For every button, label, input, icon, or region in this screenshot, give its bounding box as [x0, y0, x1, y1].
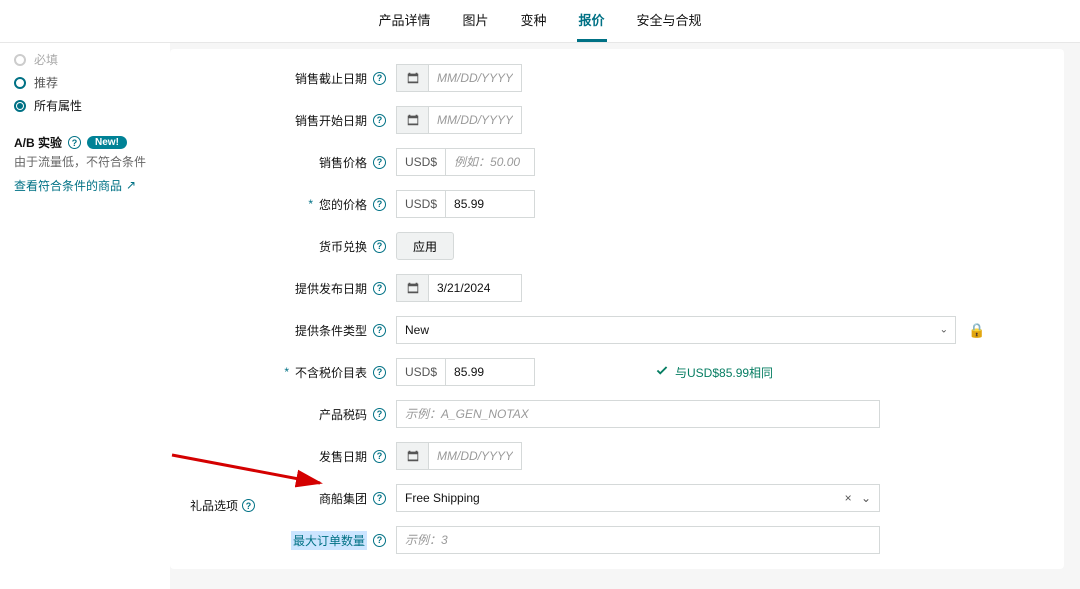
row-your-price: * 您的价格? USD$: [170, 183, 1064, 225]
calendar-button[interactable]: [396, 274, 428, 302]
required-mark: *: [308, 197, 313, 211]
sidebar-option-recommended[interactable]: 推荐: [14, 74, 156, 91]
notax-price-input[interactable]: [445, 358, 535, 386]
help-icon[interactable]: ?: [373, 366, 386, 379]
help-icon[interactable]: ?: [373, 408, 386, 421]
help-icon[interactable]: ?: [373, 534, 386, 547]
row-condition-type: 提供条件类型? ⌄ 🔒: [170, 309, 1064, 351]
help-icon[interactable]: ?: [373, 240, 386, 253]
label: 销售截止日期: [295, 70, 367, 87]
radio-label: 所有属性: [34, 97, 82, 114]
label: 货币兑换: [319, 238, 367, 255]
help-icon[interactable]: ?: [373, 72, 386, 85]
ab-title: A/B 实验: [14, 134, 62, 151]
help-icon[interactable]: ?: [373, 198, 386, 211]
row-sale-date: 发售日期?: [170, 435, 1064, 477]
label: 您的价格: [319, 196, 367, 213]
calendar-icon: [406, 113, 420, 127]
label: 发售日期: [319, 448, 367, 465]
calendar-button[interactable]: [396, 106, 428, 134]
tax-code-input[interactable]: [396, 400, 880, 428]
price-match-confirmation: 与USD$85.99相同: [655, 364, 773, 381]
calendar-button[interactable]: [396, 64, 428, 92]
lock-icon: 🔒: [968, 322, 985, 339]
your-price-input[interactable]: [445, 190, 535, 218]
sidebar-option-all[interactable]: 所有属性: [14, 97, 156, 114]
tab-safety[interactable]: 安全与合规: [635, 10, 704, 42]
row-ship-group: 商船集团? Free Shipping × ⌄: [170, 477, 1064, 519]
radio-icon: [14, 54, 26, 66]
gift-options-label: 礼品选项 ?: [190, 497, 255, 514]
radio-label: 推荐: [34, 74, 58, 91]
calendar-button[interactable]: [396, 442, 428, 470]
tab-images[interactable]: 图片: [460, 10, 490, 42]
label: 销售开始日期: [295, 112, 367, 129]
row-tax-code: 产品税码?: [170, 393, 1064, 435]
row-currency-exchange: 货币兑换? 应用: [170, 225, 1064, 267]
sale-date-input[interactable]: [428, 442, 522, 470]
required-mark: *: [284, 365, 289, 379]
sidebar-option-required[interactable]: 必填: [14, 51, 156, 68]
sale-price-input[interactable]: [445, 148, 535, 176]
label: 最大订单数量: [291, 531, 367, 550]
top-tabs: 产品详情 图片 变种 报价 安全与合规: [0, 0, 1080, 43]
sidebar: 必填 推荐 所有属性 A/B 实验 ? New! 由于流量低，不符合条件 查看符…: [0, 43, 170, 589]
main-content: 销售截止日期? 销售开始日期? 销售价格? USD$: [170, 43, 1080, 589]
row-notax-price: * 不含税价目表? USD$ 与USD$85.99相同: [170, 351, 1064, 393]
help-icon[interactable]: ?: [242, 499, 255, 512]
ab-eligible-link[interactable]: 查看符合条件的商品 ↗: [14, 177, 136, 194]
ab-note: 由于流量低，不符合条件: [14, 155, 156, 171]
max-order-qty-input[interactable]: [396, 526, 880, 554]
radio-icon: [14, 100, 26, 112]
tab-variants[interactable]: 变种: [518, 10, 548, 42]
label: 不含税价目表: [295, 364, 367, 381]
calendar-icon: [406, 281, 420, 295]
row-sale-price: 销售价格? USD$: [170, 141, 1064, 183]
help-icon[interactable]: ?: [373, 492, 386, 505]
sale-start-date-input[interactable]: [428, 106, 522, 134]
apply-button[interactable]: 应用: [396, 232, 454, 260]
chevron-down-icon: ⌄: [861, 491, 871, 505]
row-sale-end-date: 销售截止日期?: [170, 57, 1064, 99]
radio-icon: [14, 77, 26, 89]
external-icon: ↗: [126, 178, 136, 192]
row-offer-release-date: 提供发布日期?: [170, 267, 1064, 309]
radio-label: 必填: [34, 51, 58, 68]
link-text: 查看符合条件的商品: [14, 177, 122, 194]
currency-prefix: USD$: [396, 190, 445, 218]
check-text: 与USD$85.99相同: [675, 364, 773, 381]
tab-product-details[interactable]: 产品详情: [376, 10, 432, 42]
label: 提供发布日期: [295, 280, 367, 297]
help-icon[interactable]: ?: [373, 114, 386, 127]
new-badge: New!: [87, 136, 127, 149]
currency-prefix: USD$: [396, 358, 445, 386]
clear-icon[interactable]: ×: [839, 491, 858, 505]
help-icon[interactable]: ?: [373, 324, 386, 337]
calendar-icon: [406, 449, 420, 463]
row-sale-start-date: 销售开始日期?: [170, 99, 1064, 141]
label: 销售价格: [319, 154, 367, 171]
currency-prefix: USD$: [396, 148, 445, 176]
ship-group-select[interactable]: Free Shipping × ⌄: [396, 484, 880, 512]
release-date-input[interactable]: [428, 274, 522, 302]
form-panel: 销售截止日期? 销售开始日期? 销售价格? USD$: [170, 49, 1064, 569]
ab-experiment-header: A/B 实验 ? New!: [14, 134, 156, 151]
row-max-order-qty: 最大订单数量?: [170, 519, 1064, 561]
check-icon: [655, 365, 669, 379]
condition-type-select[interactable]: [396, 316, 956, 344]
tab-offer[interactable]: 报价: [577, 10, 607, 42]
help-icon[interactable]: ?: [373, 282, 386, 295]
label: 商船集团: [319, 490, 367, 507]
ship-group-value: Free Shipping: [405, 491, 480, 505]
label: 产品税码: [319, 406, 367, 423]
label: 提供条件类型: [295, 322, 367, 339]
help-icon[interactable]: ?: [373, 156, 386, 169]
help-icon[interactable]: ?: [373, 450, 386, 463]
calendar-icon: [406, 71, 420, 85]
label-text: 礼品选项: [190, 497, 238, 514]
sale-end-date-input[interactable]: [428, 64, 522, 92]
help-icon[interactable]: ?: [68, 136, 81, 149]
